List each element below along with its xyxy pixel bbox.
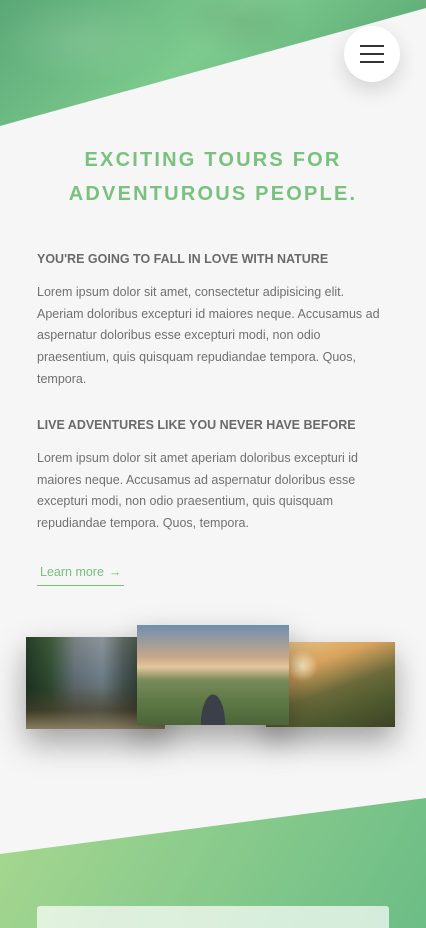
- menu-button[interactable]: [344, 26, 400, 82]
- page: EXCITING TOURS FOR ADVENTUROUS PEOPLE. Y…: [0, 0, 426, 928]
- page-title: EXCITING TOURS FOR ADVENTUROUS PEOPLE.: [0, 143, 426, 211]
- section-nature: YOU'RE GOING TO FALL IN LOVE WITH NATURE…: [37, 251, 389, 391]
- page-title-line-2: ADVENTUROUS PEOPLE.: [68, 183, 358, 205]
- hamburger-menu-icon: [360, 53, 384, 55]
- learn-more-link[interactable]: Learn more →: [37, 562, 125, 586]
- section-paragraph: Lorem ipsum dolor sit amet aperiam dolor…: [37, 451, 358, 531]
- hamburger-menu-icon: [360, 61, 384, 63]
- learn-more-label: Learn more: [40, 565, 104, 579]
- page-title-line-1: EXCITING TOURS FOR: [84, 149, 342, 171]
- section-title: LIVE ADVENTURES LIKE YOU NEVER HAVE BEFO…: [37, 418, 356, 432]
- section-title: YOU'RE GOING TO FALL IN LOVE WITH NATURE: [37, 252, 329, 266]
- section-paragraph: Lorem ipsum dolor sit amet, consectetur …: [37, 285, 380, 386]
- hamburger-menu-icon: [360, 45, 384, 47]
- arrow-right-icon: →: [108, 565, 122, 579]
- section-adventures: LIVE ADVENTURES LIKE YOU NEVER HAVE BEFO…: [37, 417, 389, 535]
- mountain-road-cyclist-photo[interactable]: [137, 625, 289, 725]
- booking-card: [37, 906, 389, 928]
